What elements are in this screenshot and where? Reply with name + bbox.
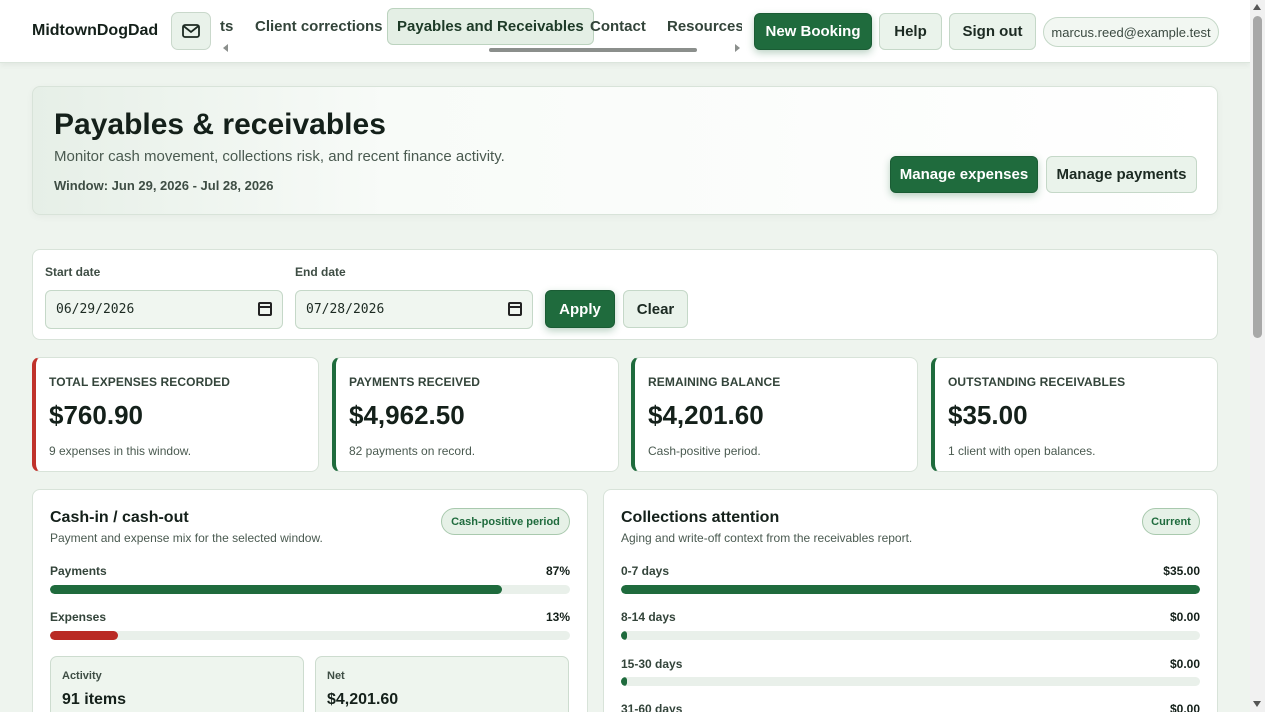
page-title: Payables & receivables: [54, 108, 386, 141]
manage-expenses-button[interactable]: Manage expenses: [890, 156, 1038, 193]
payments-row-label: Payments: [50, 564, 107, 578]
stat-remaining-balance: REMAINING BALANCE $4,201.60 Cash-positiv…: [631, 357, 918, 472]
status-badge: Current: [1142, 508, 1200, 535]
collections-panel: Collections attention Aging and write-of…: [603, 489, 1218, 712]
scroll-thumb[interactable]: [1253, 16, 1262, 338]
clear-button[interactable]: Clear: [623, 290, 688, 328]
stat-value: $4,201.60: [648, 400, 764, 430]
cashflow-title: Cash-in / cash-out: [50, 509, 189, 526]
aging-progress-track: [621, 677, 1200, 686]
stat-total-expenses: TOTAL EXPENSES RECORDED $760.90 9 expens…: [32, 357, 319, 472]
payments-progress-fill: [50, 585, 503, 594]
stat-note: 1 client with open balances.: [948, 444, 1096, 458]
stat-value: $4,962.50: [349, 400, 465, 430]
brand-logo[interactable]: MidtownDogDad: [32, 22, 158, 40]
net-summary: Net $4,201.60: [315, 656, 569, 712]
help-button[interactable]: Help: [879, 13, 942, 50]
sign-out-button[interactable]: Sign out: [949, 13, 1036, 50]
expenses-progress-fill: [50, 631, 118, 640]
nav-item-client-corrections[interactable]: Client corrections: [255, 8, 383, 45]
calendar-icon[interactable]: [258, 302, 272, 316]
stat-note: 9 expenses in this window.: [49, 444, 192, 458]
date-filter: Start date 06/29/2026 End date 07/28/202…: [32, 249, 1218, 340]
nav-scroll-left-icon[interactable]: [223, 44, 228, 52]
expenses-row-value: 13%: [545, 610, 570, 624]
cashflow-panel: Cash-in / cash-out Payment and expense m…: [32, 489, 588, 712]
manage-payments-button[interactable]: Manage payments: [1046, 156, 1197, 193]
nav-item-resources[interactable]: Resources: [667, 8, 742, 45]
activity-value: 91 items: [62, 691, 127, 708]
net-value: $4,201.60: [327, 691, 399, 708]
expenses-progress-track: [50, 631, 570, 640]
new-booking-button[interactable]: New Booking: [754, 13, 872, 50]
stat-label: TOTAL EXPENSES RECORDED: [49, 375, 230, 389]
scroll-up-icon[interactable]: [1253, 4, 1261, 10]
start-date-value: 06/29/2026: [56, 302, 135, 317]
nav-scrollbar[interactable]: [489, 48, 697, 52]
start-date-input[interactable]: 06/29/2026: [45, 290, 283, 329]
stat-note: 82 payments on record.: [349, 444, 476, 458]
start-date-label: Start date: [45, 265, 101, 279]
aging-row-value: $0.00: [1169, 702, 1200, 712]
nav-item-contact[interactable]: Contact: [590, 8, 646, 45]
apply-button[interactable]: Apply: [545, 290, 615, 328]
scroll-down-icon[interactable]: [1253, 701, 1261, 707]
activity-summary: Activity 91 items: [50, 656, 304, 712]
payments-row-value: 87%: [545, 564, 570, 578]
stat-label: OUTSTANDING RECEIVABLES: [948, 375, 1126, 389]
nav-scroll-right-icon[interactable]: [735, 44, 740, 52]
date-window-label: Window: Jun 29, 2026 - Jul 28, 2026: [54, 178, 274, 193]
aging-progress-track: [621, 631, 1200, 640]
aging-row-value: $35.00: [1163, 564, 1200, 578]
stat-value: $760.90: [49, 400, 143, 430]
end-date-input[interactable]: 07/28/2026: [295, 290, 533, 329]
page-scrollbar[interactable]: [1250, 0, 1265, 712]
collections-title: Collections attention: [621, 509, 780, 526]
messages-button[interactable]: [171, 12, 211, 50]
aging-progress-fill: [621, 585, 1200, 594]
stat-payments-received: PAYMENTS RECEIVED $4,962.50 82 payments …: [332, 357, 619, 472]
stat-outstanding-receivables: OUTSTANDING RECEIVABLES $35.00 1 client …: [931, 357, 1218, 472]
aging-progress-fill: [621, 677, 627, 686]
page-subtitle: Monitor cash movement, collections risk,…: [54, 148, 505, 165]
stat-label: REMAINING BALANCE: [648, 375, 781, 389]
stat-label: PAYMENTS RECEIVED: [349, 375, 481, 389]
cashflow-subtitle: Payment and expense mix for the selected…: [50, 531, 323, 545]
stat-note: Cash-positive period.: [648, 444, 761, 458]
page-header: Payables & receivables Monitor cash move…: [32, 86, 1218, 215]
aging-row-value: $0.00: [1169, 610, 1200, 624]
aging-row-label: 31-60 days: [621, 702, 683, 712]
end-date-value: 07/28/2026: [306, 302, 385, 317]
aging-row-label: 8-14 days: [621, 610, 676, 624]
aging-progress-fill: [621, 631, 627, 640]
status-badge: Cash-positive period: [441, 508, 570, 535]
mail-icon: [182, 24, 200, 38]
aging-row-value: $0.00: [1169, 657, 1200, 671]
payments-progress-track: [50, 585, 570, 594]
calendar-icon[interactable]: [508, 302, 522, 316]
collections-subtitle: Aging and write-off context from the rec…: [621, 531, 913, 545]
user-email-badge[interactable]: marcus.reed@example.test: [1043, 17, 1219, 47]
aging-progress-track: [621, 585, 1200, 594]
end-date-label: End date: [295, 265, 346, 279]
stat-value: $35.00: [948, 400, 1028, 430]
nav-item-truncated[interactable]: ts: [220, 8, 233, 45]
aging-row-label: 15-30 days: [621, 657, 683, 671]
top-navigation-bar: MidtownDogDad ts Client corrections Paya…: [0, 0, 1250, 63]
aging-row-label: 0-7 days: [621, 564, 670, 578]
net-label: Net: [327, 670, 345, 682]
nav-item-payables-receivables[interactable]: Payables and Receivables: [387, 8, 594, 45]
expenses-row-label: Expenses: [50, 610, 107, 624]
activity-label: Activity: [62, 670, 102, 682]
